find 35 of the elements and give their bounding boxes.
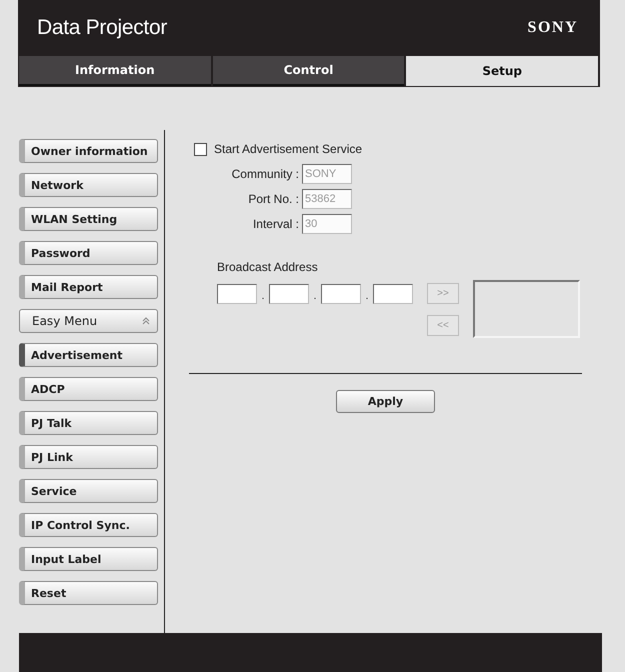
sidebar-item[interactable]: PJ Talk [19, 411, 158, 435]
group-label: Easy Menu [32, 314, 98, 328]
app-title: Data Projector [37, 16, 168, 40]
input-field[interactable] [269, 284, 309, 304]
checkbox-label: Start Advertisement Service [214, 142, 362, 156]
sidebar-item[interactable]: Owner information [19, 139, 158, 163]
input-field[interactable] [217, 284, 257, 304]
checkbox[interactable] [194, 142, 207, 156]
sidebar-item[interactable]: Service [19, 479, 158, 503]
sidebar-item[interactable]: Password [19, 241, 158, 265]
sidebar-group[interactable]: Easy Menu [19, 309, 158, 333]
section-label: Broadcast Address [217, 260, 319, 274]
tab[interactable]: Information [19, 56, 211, 86]
dot-separator: . [260, 290, 266, 304]
sidebar-item[interactable]: Network [19, 173, 158, 197]
input-field[interactable] [373, 284, 413, 304]
sidebar-item[interactable]: ADCP [19, 377, 158, 401]
apply-button[interactable]: Apply [336, 390, 435, 413]
sidebar-item[interactable]: IP Control Sync. [19, 513, 158, 537]
tab[interactable]: Control [212, 56, 404, 86]
sidebar-item[interactable]: WLAN Setting [19, 207, 158, 231]
field-label: Community : [230, 167, 299, 181]
sidebar-item[interactable]: PJ Link [19, 445, 158, 469]
brand-logo: SONY [528, 19, 578, 37]
dot-separator: . [312, 290, 318, 304]
sidebar-item[interactable]: Mail Report [19, 275, 158, 299]
field-label: Interval : [252, 217, 299, 231]
tab[interactable]: Setup [406, 56, 598, 86]
sidebar-item[interactable]: Reset [19, 581, 158, 605]
field-label: Port No. : [247, 192, 299, 206]
address-list[interactable] [473, 280, 580, 338]
dot-separator: . [364, 290, 370, 304]
sidebar-item[interactable]: Advertisement [19, 343, 158, 367]
input-field[interactable] [321, 284, 361, 304]
sidebar-item[interactable]: Input Label [19, 547, 158, 571]
